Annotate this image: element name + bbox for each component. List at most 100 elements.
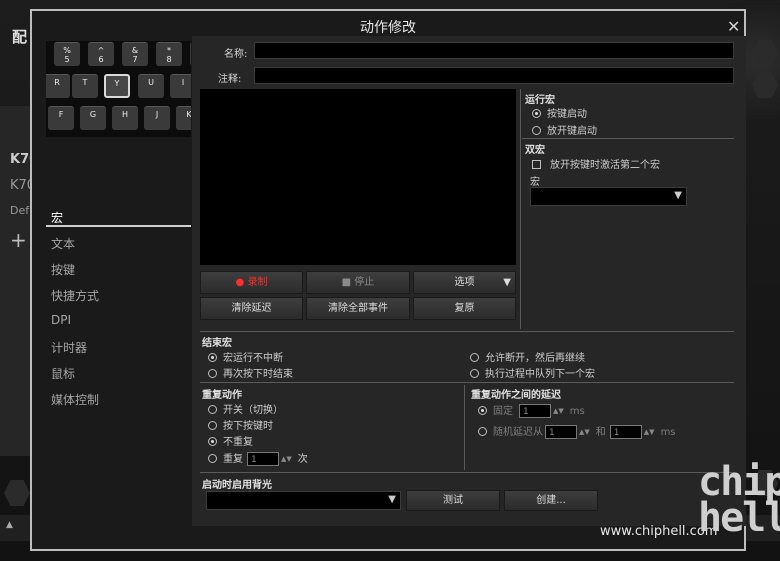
menu-item-shortcut[interactable]: 快捷方式 <box>51 287 99 304</box>
key-t[interactable]: T <box>72 74 98 98</box>
key-u[interactable]: U <box>138 74 164 98</box>
vertical-divider <box>464 385 465 470</box>
radio-icon <box>208 421 217 430</box>
name-label: 名称: <box>224 49 248 60</box>
key-j[interactable]: J <box>144 106 170 130</box>
menu-item-dpi[interactable]: DPI <box>51 313 71 327</box>
lighting-title: 启动时启用背光 <box>202 480 272 491</box>
menu-item-timer[interactable]: 计时器 <box>51 339 87 356</box>
up-arrow-icon[interactable]: ▲ <box>6 520 13 530</box>
spinner-icon[interactable]: ▲▼ <box>644 428 655 436</box>
repeat-delay-title: 重复动作之间的延迟 <box>471 390 561 401</box>
restore-button[interactable]: 复原 <box>413 297 516 320</box>
menu-item-key[interactable]: 按键 <box>51 261 75 278</box>
dialog-title: 动作修改 <box>360 20 416 36</box>
key-k[interactable]: K <box>176 106 191 130</box>
radio-icon <box>208 369 217 378</box>
spinner-icon[interactable]: ▲▼ <box>281 455 292 463</box>
name-input[interactable] <box>254 42 734 59</box>
key-i[interactable]: I <box>170 74 191 98</box>
no-interrupt-radio[interactable]: 宏运行不中断 <box>208 349 283 364</box>
add-profile-icon[interactable]: + <box>10 228 27 252</box>
run-on-release-radio[interactable]: 放开键启动 <box>532 122 597 137</box>
no-repeat-radio[interactable]: 不重复 <box>208 433 253 448</box>
close-icon[interactable]: ✕ <box>727 17 740 36</box>
run-on-press-radio[interactable]: 按键启动 <box>532 105 587 120</box>
key-9[interactable]: ( 9 <box>190 42 191 66</box>
toggle-repeat-radio[interactable]: 开关（切换） <box>208 401 283 416</box>
create-button[interactable]: 创建... <box>504 490 598 511</box>
radio-selected-icon <box>478 406 487 415</box>
key-f[interactable]: F <box>48 106 74 130</box>
profile-name[interactable]: Def <box>10 204 29 217</box>
key-6[interactable]: ^ 6 <box>88 42 114 66</box>
radio-icon <box>208 405 217 414</box>
key-g[interactable]: G <box>80 106 106 130</box>
key-8[interactable]: * 8 <box>156 42 182 66</box>
fixed-delay-radio[interactable]: 固定 1 ▲▼ ms <box>478 402 585 418</box>
key-h[interactable]: H <box>112 106 138 130</box>
section-divider <box>200 331 734 332</box>
random-from-input[interactable]: 1 <box>545 425 577 439</box>
end-macro-title: 结束宏 <box>202 338 232 349</box>
radio-icon <box>532 126 541 135</box>
fixed-delay-input[interactable]: 1 <box>519 404 551 418</box>
vertical-divider <box>520 89 521 329</box>
chevron-down-icon: ▼ <box>503 277 511 288</box>
random-to-input[interactable]: 1 <box>609 425 642 439</box>
spinner-icon[interactable]: ▲▼ <box>579 428 590 436</box>
section-divider <box>200 472 734 473</box>
end-on-press-radio[interactable]: 再次按下时结束 <box>208 365 293 380</box>
action-edit-dialog: 动作修改 ✕ % 5 ^ 6 & 7 * 8 ( 9 R T Y U I F G… <box>30 9 746 551</box>
queue-next-macro-radio[interactable]: 执行过程中队列下一个宏 <box>470 365 595 380</box>
section-divider <box>522 138 734 139</box>
radio-selected-icon <box>532 109 541 118</box>
radio-selected-icon <box>208 353 217 362</box>
run-macro-title: 运行宏 <box>525 95 555 106</box>
second-macro-select[interactable]: ▼ <box>530 187 687 206</box>
menu-item-text[interactable]: 文本 <box>51 235 75 252</box>
while-pressed-radio[interactable]: 按下按键时 <box>208 417 273 432</box>
radio-icon <box>478 427 487 436</box>
section-divider <box>200 382 734 383</box>
radio-icon <box>470 369 479 378</box>
allow-resume-radio[interactable]: 允许断开，然后再继续 <box>470 349 585 364</box>
note-label: 注释: <box>218 74 242 85</box>
record-button[interactable]: ● 录制 <box>200 271 303 294</box>
note-input[interactable] <box>254 67 734 84</box>
repeat-count-radio[interactable]: 重复 1 ▲▼ 次 <box>208 450 308 466</box>
random-delay-radio[interactable]: 随机延迟从 1 ▲▼ 和 1 ▲▼ ms <box>478 423 676 439</box>
test-button[interactable]: 测试 <box>406 490 500 511</box>
key-y-selected[interactable]: Y <box>104 74 130 98</box>
activate-second-macro-checkbox[interactable]: 放开按键时激活第二个宏 <box>532 156 660 171</box>
key-r[interactable]: R <box>46 74 70 98</box>
menu-item-media[interactable]: 媒体控制 <box>51 391 99 408</box>
checkbox-icon <box>532 160 541 169</box>
chevron-down-icon: ▼ <box>388 494 396 505</box>
second-macro-label: 宏 <box>530 177 540 188</box>
key-7[interactable]: & 7 <box>122 42 148 66</box>
radio-icon <box>208 454 217 463</box>
app-title-partial: 配 <box>12 28 28 46</box>
key-5[interactable]: % 5 <box>54 42 80 66</box>
stop-button[interactable]: ■ 停止 <box>306 271 410 294</box>
chiphell-logo: chip hell <box>698 459 780 541</box>
macro-event-list[interactable] <box>200 89 516 265</box>
spinner-icon[interactable]: ▲▼ <box>553 407 564 415</box>
repeat-count-input[interactable]: 1 <box>247 452 279 466</box>
menu-active-underline <box>46 225 191 227</box>
menu-item-mouse[interactable]: 鼠标 <box>51 365 75 382</box>
dual-macro-title: 双宏 <box>525 145 545 156</box>
menu-item-macro[interactable]: 宏 <box>51 209 63 226</box>
clear-delay-button[interactable]: 清除延迟 <box>200 297 303 320</box>
lighting-select[interactable]: ▼ <box>206 491 401 510</box>
macro-settings-panel: 名称: 注释: ● 录制 ■ 停止 选项 ▼ 清除延迟 清除全部事件 复原 运行… <box>192 36 746 526</box>
radio-selected-icon <box>208 437 217 446</box>
chevron-down-icon: ▼ <box>674 190 682 201</box>
clear-all-events-button[interactable]: 清除全部事件 <box>306 297 410 320</box>
keyboard-preview: % 5 ^ 6 & 7 * 8 ( 9 R T Y U I F G H J K <box>46 41 191 137</box>
options-button[interactable]: 选项 ▼ <box>413 271 516 294</box>
repeat-title: 重复动作 <box>202 390 242 401</box>
options-label: 选项 <box>454 277 475 288</box>
action-type-menu: 宏 文本 按键 快捷方式 DPI 计时器 鼠标 媒体控制 <box>46 207 191 527</box>
